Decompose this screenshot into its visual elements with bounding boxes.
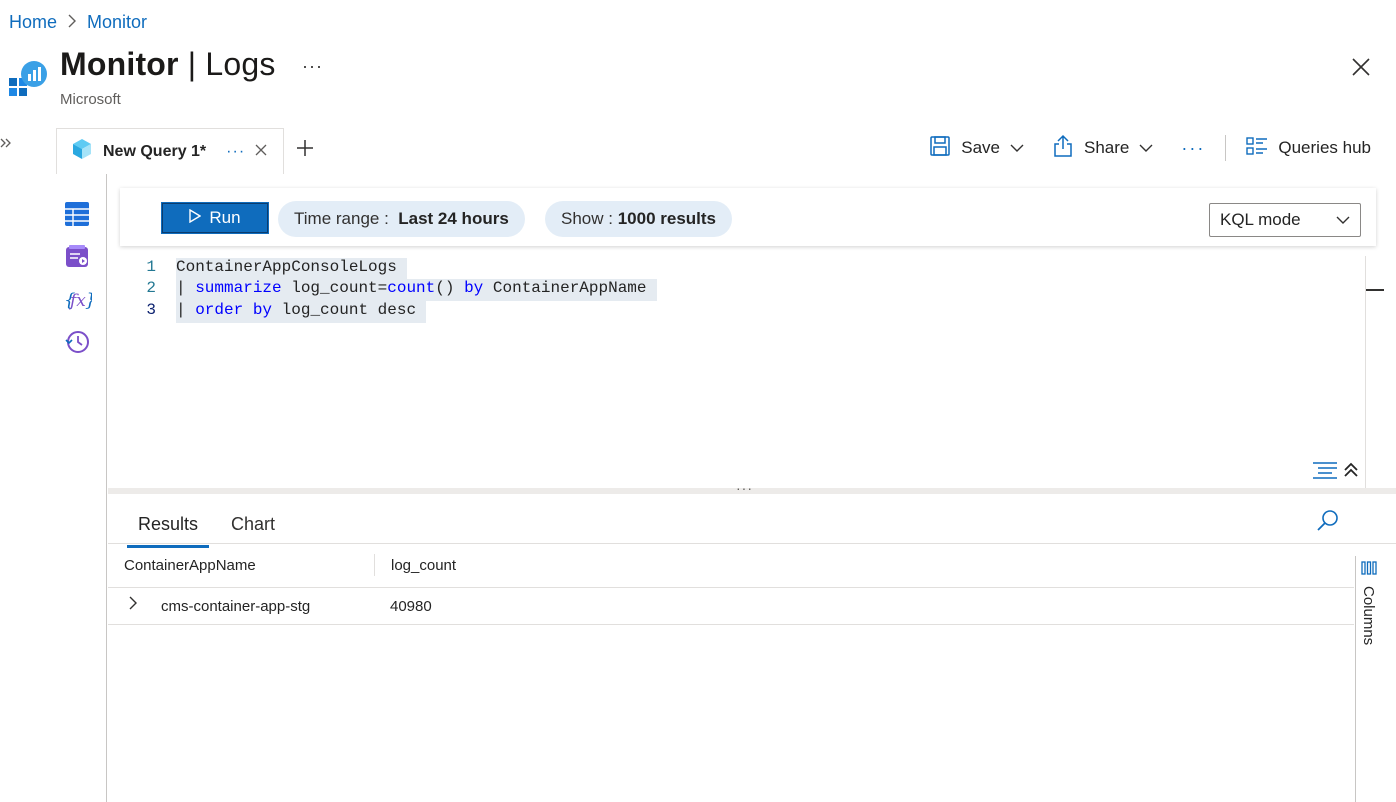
play-icon <box>189 208 202 228</box>
svg-text:fx: fx <box>68 291 86 311</box>
close-button[interactable] <box>1350 56 1372 83</box>
run-button[interactable]: Run <box>161 202 269 234</box>
cell-containerappname: cms-container-app-stg <box>161 598 311 615</box>
chevron-down-icon <box>1010 138 1024 158</box>
title-sub: Logs <box>205 46 276 82</box>
time-range-label: Time range : <box>294 209 389 228</box>
toolbar-more-button[interactable]: ··· <box>1181 138 1205 159</box>
query-cube-icon <box>71 138 93 165</box>
code-token: | <box>176 279 196 297</box>
breadcrumb: Home Monitor <box>9 12 147 33</box>
queries-hub-icon <box>1246 136 1268 161</box>
code-line: | order by log_count desc <box>176 301 427 323</box>
code-token: log_count= <box>281 279 388 297</box>
cell-log-count: 40980 <box>390 598 432 615</box>
columns-panel-toggle[interactable]: Columns <box>1360 586 1377 645</box>
show-label: Show : <box>561 209 613 228</box>
search-results-button[interactable] <box>1316 508 1340 537</box>
save-button[interactable]: Save <box>929 135 1024 162</box>
page-title: Monitor | Logs <box>60 46 276 83</box>
splitter-handle[interactable]: ··· <box>736 480 753 496</box>
kql-mode-dropdown[interactable]: KQL mode <box>1209 203 1361 237</box>
code-line: ContainerAppConsoleLogs <box>176 258 407 280</box>
chevron-right-icon <box>129 596 137 610</box>
code-token: () <box>435 279 465 297</box>
column-header-log-count[interactable]: log_count <box>391 557 456 574</box>
save-label: Save <box>961 138 1001 157</box>
title-separator: | <box>178 46 206 82</box>
search-icon <box>1316 510 1340 536</box>
queries-hub-button[interactable]: Queries hub <box>1246 136 1371 161</box>
line-number: 1 <box>146 258 156 276</box>
editor-line: 1 ContainerAppConsoleLogs <box>108 258 407 280</box>
tables-icon[interactable] <box>64 201 90 227</box>
code-keyword: count <box>387 279 436 297</box>
code-keyword: order <box>195 301 244 319</box>
editor-line: 3 | order by log_count desc <box>108 301 427 323</box>
format-query-icon[interactable] <box>1312 460 1338 485</box>
share-label: Share <box>1084 138 1130 157</box>
code-keyword: by <box>464 279 484 297</box>
code-token: log_count desc <box>272 301 417 319</box>
query-history-icon[interactable] <box>64 329 90 355</box>
breadcrumb-home[interactable]: Home <box>9 12 57 33</box>
save-icon <box>929 135 951 162</box>
plus-icon <box>295 138 315 163</box>
share-icon <box>1052 134 1074 163</box>
query-tab-label: New Query 1* <box>103 142 207 160</box>
table-row[interactable]: cms-container-app-stg 40980 <box>108 588 1354 625</box>
line-number: 2 <box>146 279 156 297</box>
functions-icon[interactable]: {fx} <box>64 287 96 313</box>
queries-icon[interactable] <box>64 244 90 270</box>
query-editor[interactable]: 1 ContainerAppConsoleLogs 2 | summarize … <box>108 256 1366 488</box>
queries-hub-label: Queries hub <box>1278 138 1371 157</box>
kql-mode-value: KQL mode <box>1220 210 1301 229</box>
column-resize-handle[interactable] <box>374 554 375 576</box>
columns-panel-divider <box>1355 556 1356 802</box>
page-subtitle: Microsoft <box>60 91 121 108</box>
code-token: ContainerAppName <box>483 279 647 297</box>
title-more-button[interactable]: ··· <box>302 56 323 77</box>
run-bar: Run Time range : Last 24 hours Show : 10… <box>120 188 1376 246</box>
code-token: | <box>176 301 196 319</box>
code-keyword: by <box>252 301 273 319</box>
add-tab-button[interactable] <box>295 138 315 164</box>
time-range-value: Last 24 hours <box>398 209 509 228</box>
title-main: Monitor <box>60 46 179 82</box>
editor-tools <box>1312 460 1358 485</box>
expand-sidebar-button[interactable] <box>0 136 12 155</box>
code-keyword: summarize <box>195 279 282 297</box>
results-grid-header: ContainerAppName log_count <box>108 544 1354 588</box>
chevron-right-icon <box>67 14 77 31</box>
collapse-editor-icon[interactable] <box>1344 462 1358 483</box>
breadcrumb-monitor[interactable]: Monitor <box>87 12 147 33</box>
expand-row-button[interactable] <box>128 596 138 613</box>
columns-icon[interactable] <box>1361 561 1377 580</box>
editor-scroll-marker <box>1366 289 1384 291</box>
close-icon <box>255 144 267 155</box>
result-limit-picker[interactable]: Show : 1000 results <box>545 201 733 237</box>
side-rail-divider <box>106 174 107 802</box>
double-chevron-right-icon <box>0 137 12 154</box>
code-line: | summarize log_count=count() by Contain… <box>176 279 657 301</box>
monitor-icon <box>9 58 47 103</box>
code-token: ContainerAppConsoleLogs <box>176 258 397 276</box>
editor-line: 2 | summarize log_count=count() by Conta… <box>108 279 657 301</box>
time-range-picker[interactable]: Time range : Last 24 hours <box>278 201 525 237</box>
share-button[interactable]: Share <box>1052 134 1153 163</box>
column-header-containerappname[interactable]: ContainerAppName <box>124 557 256 574</box>
line-number: 3 <box>146 301 156 319</box>
show-value: 1000 results <box>617 209 717 228</box>
svg-text:}: } <box>85 290 92 311</box>
run-label: Run <box>209 208 241 227</box>
query-tab-more-button[interactable]: ··· <box>226 143 245 161</box>
tab-new-query-1[interactable]: New Query 1* ··· <box>56 128 284 174</box>
chevron-down-icon <box>1336 210 1350 230</box>
query-tab-close-button[interactable] <box>255 143 267 161</box>
toolbar-divider <box>1225 135 1227 161</box>
query-toolbar: Save Share ··· Queries hub <box>929 134 1396 162</box>
close-icon <box>1350 58 1372 82</box>
chevron-down-icon <box>1139 138 1153 158</box>
